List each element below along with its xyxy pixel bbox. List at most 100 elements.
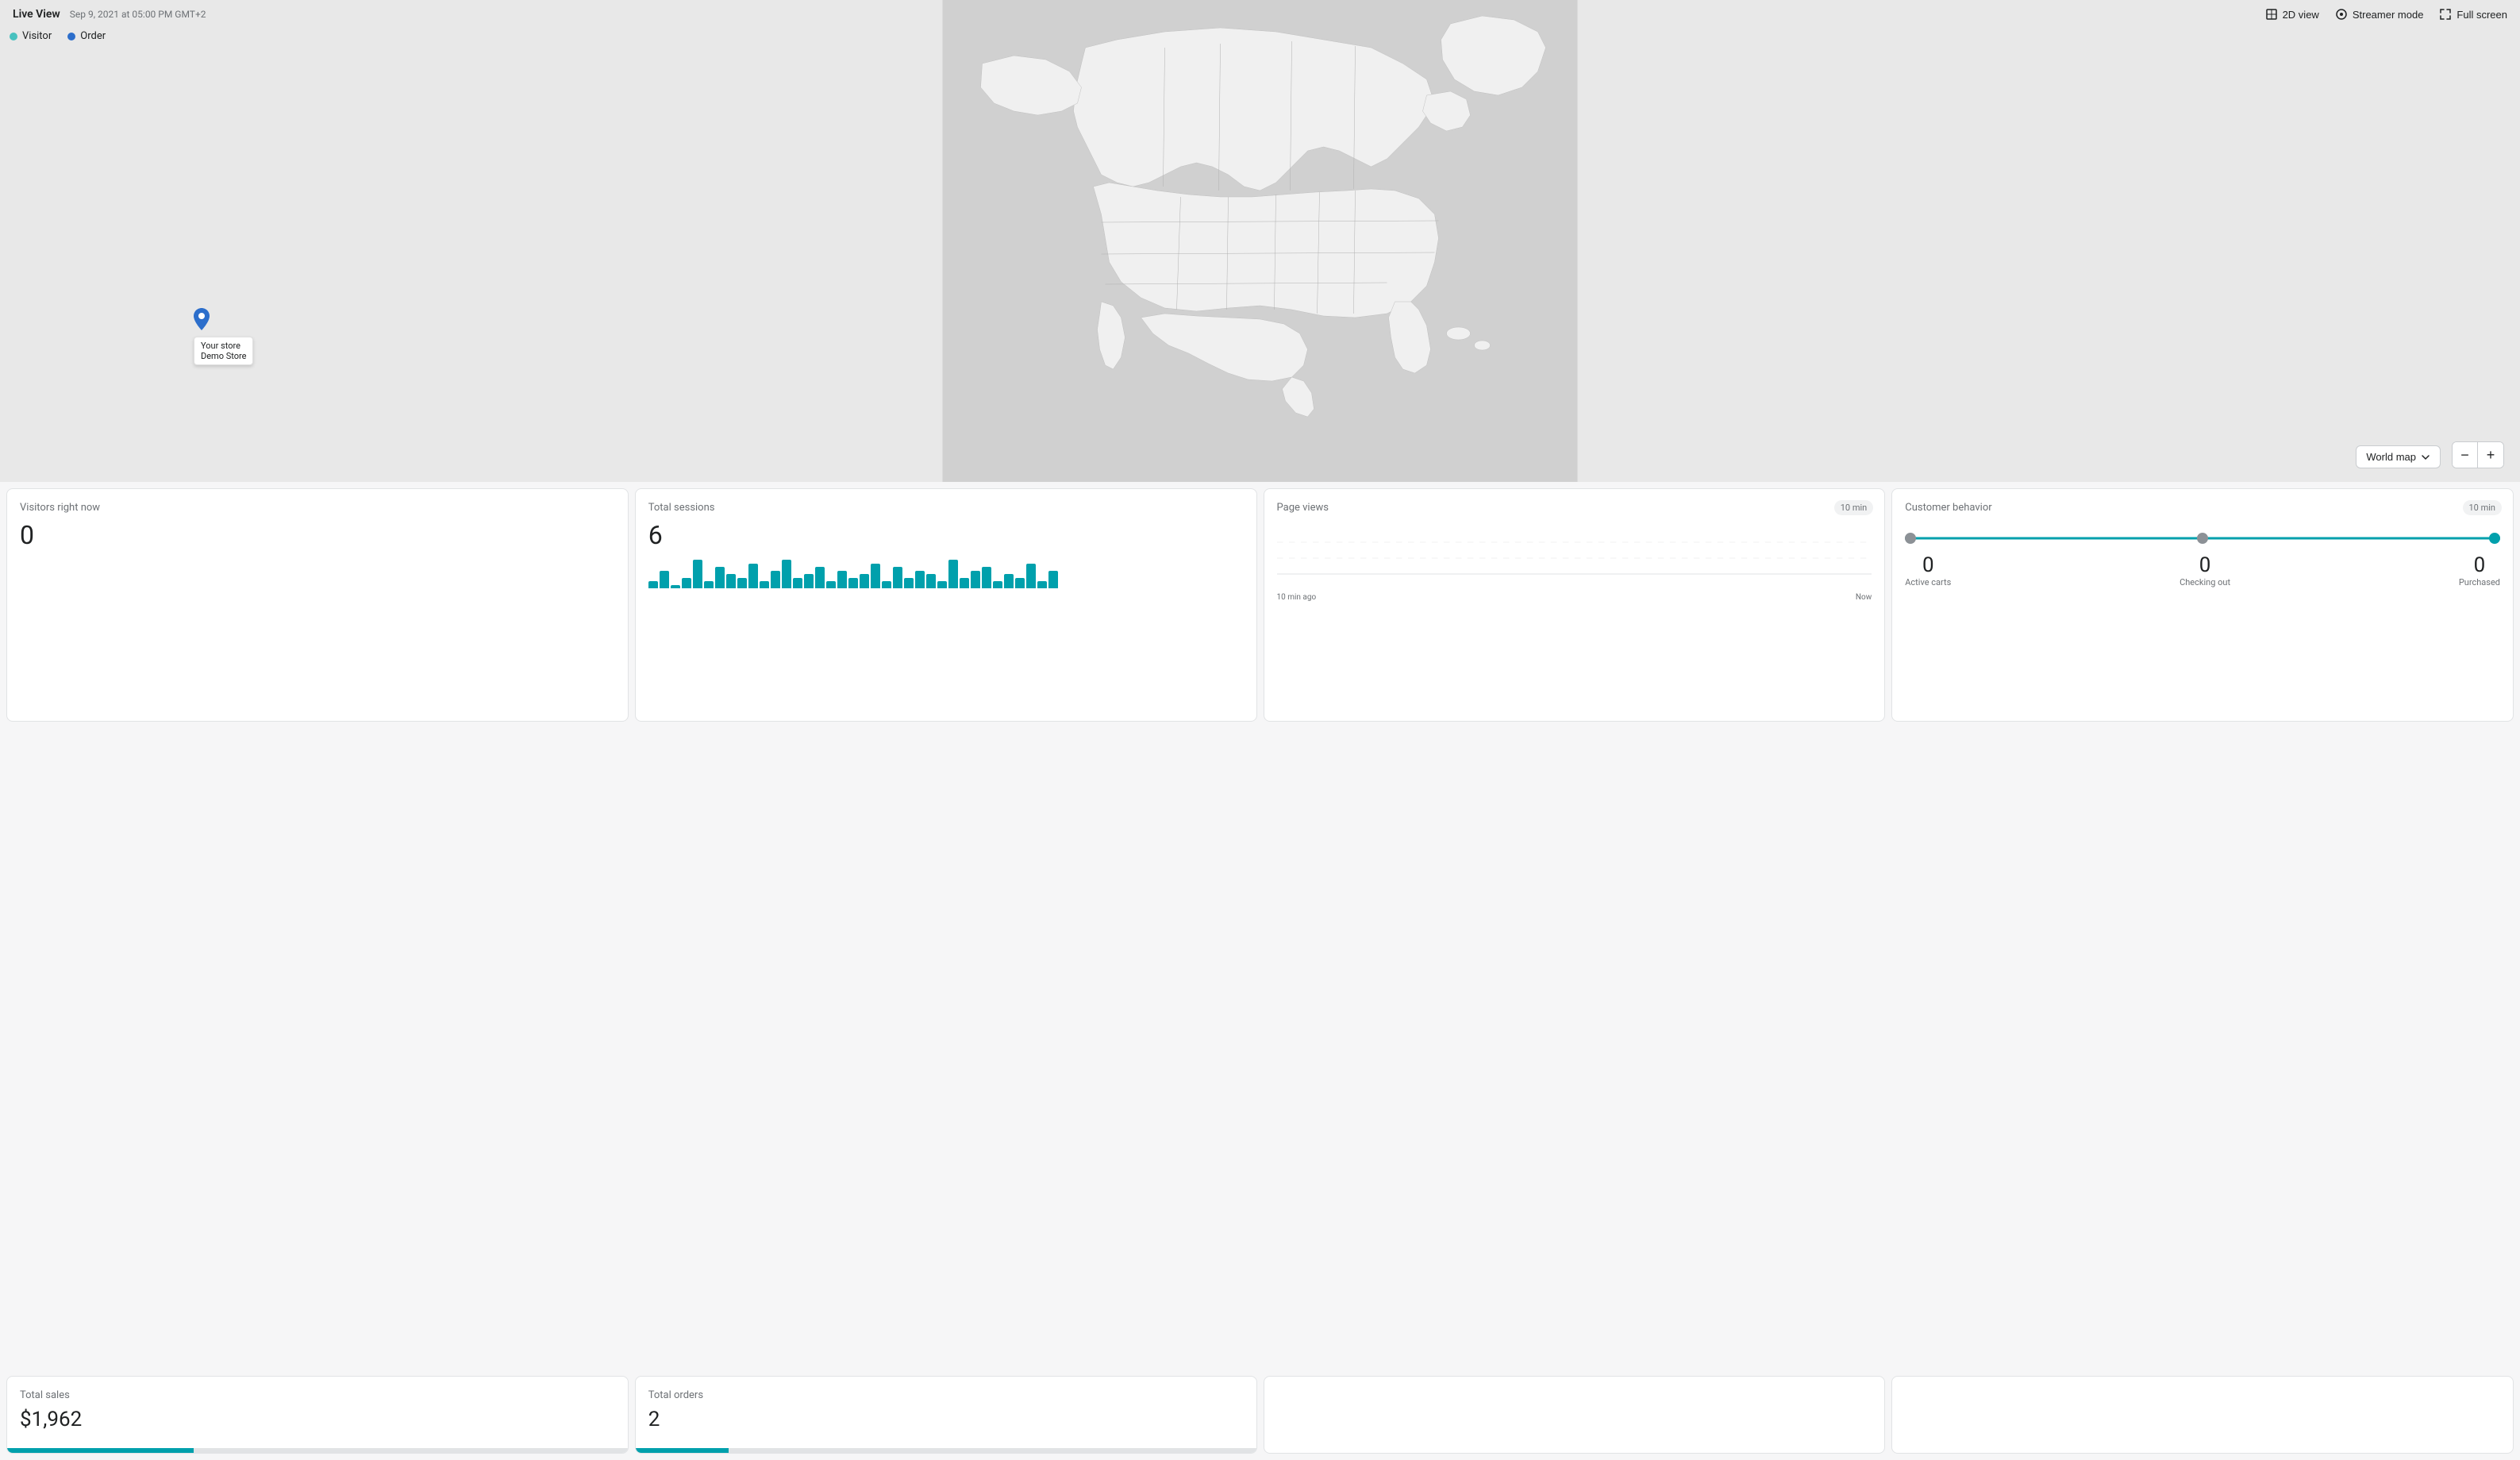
checking-out: 0 Checking out	[2180, 553, 2230, 587]
session-bar	[926, 574, 936, 588]
total-sessions-card: Total sessions 6	[635, 488, 1257, 722]
timeline-start: 10 min ago	[1277, 593, 1317, 602]
sessions-bar-chart	[648, 557, 1244, 588]
session-bar	[871, 564, 880, 589]
page-views-label: Page views	[1277, 502, 1329, 514]
session-bar	[748, 564, 758, 589]
session-bar	[737, 578, 747, 589]
fullscreen-icon	[2439, 8, 2452, 21]
streamer-icon	[2335, 8, 2348, 21]
page-views-badge: 10 min	[1834, 500, 1874, 515]
behavior-track	[1905, 533, 2500, 544]
session-bar	[937, 581, 947, 588]
fullscreen-label: Full screen	[2457, 9, 2507, 21]
visitor-label: Visitor	[22, 30, 52, 42]
visitors-right-now-card: Visitors right now 0	[6, 488, 629, 722]
checking-out-value: 0	[2180, 553, 2230, 577]
track-dot-start	[1905, 533, 1916, 544]
session-bar	[671, 585, 680, 589]
order-label: Order	[80, 30, 106, 42]
purchased-label: Purchased	[2459, 577, 2500, 587]
total-sales-value: $1,962	[20, 1408, 615, 1431]
session-bar	[848, 578, 858, 589]
2d-view-button[interactable]: 2D view	[2265, 8, 2319, 21]
total-orders-card: Total orders 2	[635, 1376, 1257, 1454]
empty-card-2	[1891, 1376, 2514, 1454]
fullscreen-button[interactable]: Full screen	[2439, 8, 2507, 21]
order-dot	[67, 33, 75, 40]
stats-bar-second-row: Total sales $1,962 Total orders 2	[0, 1373, 2520, 1460]
world-map-button[interactable]: World map	[2356, 445, 2441, 468]
page-views-card: Page views 10 min 10 min ago Now	[1264, 488, 1886, 722]
total-sales-label: Total sales	[20, 1389, 615, 1401]
zoom-in-button[interactable]: +	[2478, 442, 2503, 468]
session-bar	[882, 581, 891, 588]
session-bar	[793, 578, 802, 589]
orders-bar	[636, 1448, 1256, 1453]
session-bar	[771, 571, 780, 589]
customer-behavior-label: Customer behavior	[1905, 502, 1991, 514]
session-bar	[893, 567, 902, 588]
track-dot-mid	[2197, 533, 2208, 544]
total-orders-value: 2	[648, 1408, 1244, 1431]
header: Live View Sep 9, 2021 at 05:00 PM GMT+2 …	[0, 0, 2520, 29]
session-bar	[1015, 578, 1025, 589]
session-bar	[915, 571, 925, 589]
header-right: 2D view Streamer mode Full screen	[2265, 8, 2507, 21]
session-bar	[948, 560, 958, 588]
purchased: 0 Purchased	[2459, 553, 2500, 587]
total-sales-card: Total sales $1,962	[6, 1376, 629, 1454]
streamer-mode-button[interactable]: Streamer mode	[2335, 8, 2424, 21]
visitors-label: Visitors right now	[20, 502, 615, 514]
behavior-values: 0 Active carts 0 Checking out 0 Purchase…	[1905, 553, 2500, 587]
2d-view-label: 2D view	[2283, 9, 2319, 21]
orders-bar-fill	[636, 1448, 729, 1453]
total-orders-label: Total orders	[648, 1389, 1244, 1401]
total-sessions-value: 6	[648, 520, 1244, 550]
page-views-timeline	[1277, 526, 1872, 590]
session-bar	[960, 578, 969, 589]
store-name-line2: Demo Store	[201, 351, 246, 361]
session-bar	[826, 581, 836, 588]
session-bar	[982, 567, 991, 588]
track-dot-active	[2489, 533, 2500, 544]
header-left: Live View Sep 9, 2021 at 05:00 PM GMT+2	[13, 8, 206, 21]
session-bar	[904, 578, 914, 589]
session-bar	[804, 574, 814, 588]
session-bar	[993, 581, 1002, 588]
empty-card-1	[1264, 1376, 1886, 1454]
session-bar	[860, 574, 869, 588]
sales-bar	[7, 1448, 628, 1453]
store-pin-label: Your store Demo Store	[194, 337, 253, 365]
customer-behavior-badge: 10 min	[2463, 500, 2503, 515]
checking-out-label: Checking out	[2180, 577, 2230, 587]
session-bar	[726, 574, 736, 588]
session-bar	[715, 567, 725, 588]
active-carts-label: Active carts	[1905, 577, 1951, 587]
active-carts-value: 0	[1905, 553, 1951, 577]
2d-view-icon	[2265, 8, 2278, 21]
zoom-out-button[interactable]: −	[2453, 442, 2478, 468]
session-bar	[648, 581, 658, 588]
chevron-down-icon	[2421, 453, 2430, 462]
stats-bar: Visitors right now 0 Total sessions 6 Pa…	[0, 482, 2520, 728]
world-map-label: World map	[2366, 451, 2416, 463]
session-bar	[693, 560, 702, 588]
session-bar	[1026, 564, 1036, 589]
timeline-end: Now	[1856, 593, 1872, 602]
store-pin: Your store Demo Store	[194, 308, 253, 365]
map-container: Your store Demo Store World map − +	[0, 0, 2520, 492]
customer-behavior-card: Customer behavior 10 min 0 Active carts …	[1891, 488, 2514, 722]
store-name-line1: Your store	[201, 341, 246, 351]
map-svg-area	[0, 0, 2520, 492]
session-bar	[760, 581, 769, 588]
order-legend-item: Order	[67, 30, 106, 42]
session-bar	[782, 560, 791, 588]
visitors-value: 0	[20, 520, 615, 550]
legend: Visitor Order	[10, 30, 106, 42]
page-title: Live View	[13, 8, 60, 21]
zoom-controls: − +	[2452, 441, 2504, 468]
session-bar	[1048, 571, 1058, 589]
visitor-legend-item: Visitor	[10, 30, 52, 42]
active-carts: 0 Active carts	[1905, 553, 1951, 587]
